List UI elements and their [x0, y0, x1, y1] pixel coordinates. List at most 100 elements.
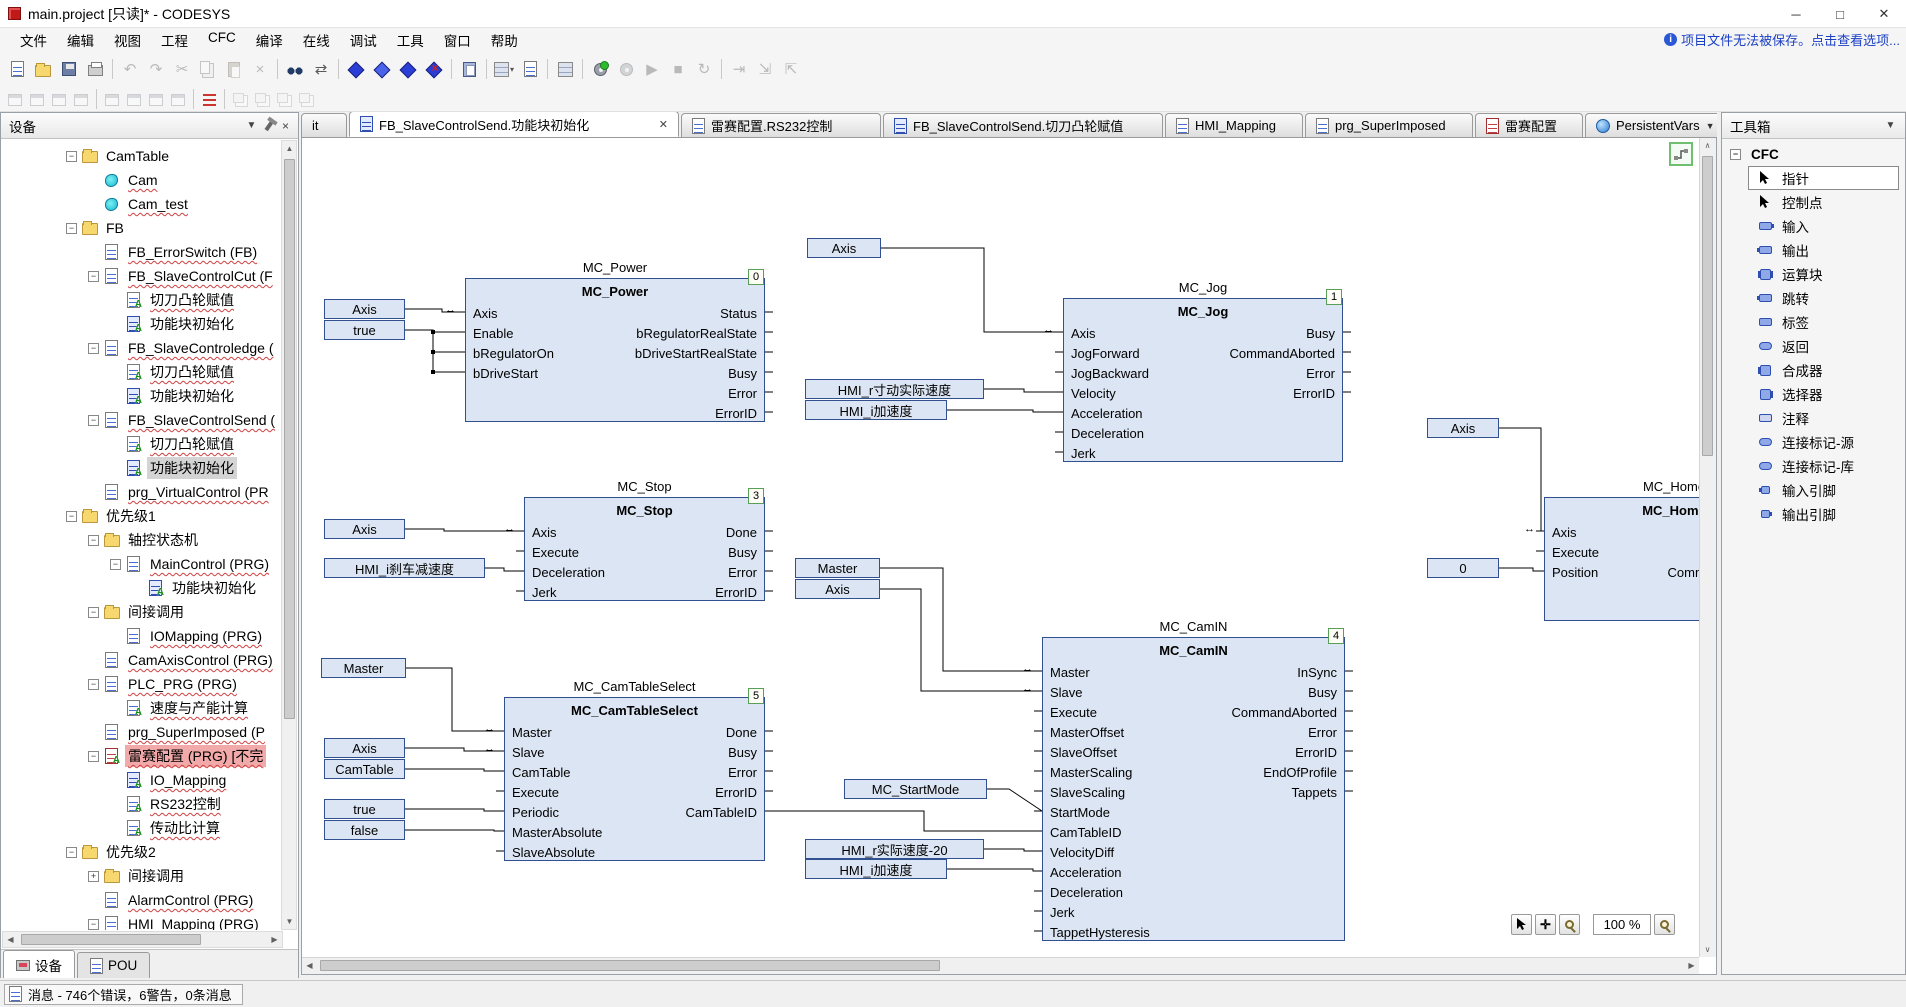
cfc-block-mc_power[interactable]: MC_PowerAxisStatusEnablebRegulatorRealSt…	[465, 278, 765, 422]
canvas-vertical-scrollbar[interactable]: ∧ ∨	[1699, 138, 1716, 957]
tree-horizontal-scrollbar[interactable]: ◀ ▶	[2, 931, 283, 948]
document-tab[interactable]: 雷赛配置.RS232控制	[681, 113, 881, 137]
menu-item[interactable]: 工程	[151, 27, 198, 53]
collapse-icon[interactable]: −	[88, 271, 99, 282]
tree-item[interactable]: −MainControl (PRG)	[2, 552, 283, 576]
cfc-input-box[interactable]: Master	[795, 558, 880, 578]
expand-icon[interactable]: +	[88, 871, 99, 882]
tree-item[interactable]: IO_Mapping	[2, 768, 283, 792]
cfc-block-mc_home[interactable]: MC_HomeAxisDoneExecuteBusyPositionComman…	[1544, 497, 1699, 621]
copy-button[interactable]	[195, 56, 221, 82]
toolbox-item[interactable]: 输入	[1722, 214, 1905, 238]
menu-item[interactable]: CFC	[198, 27, 246, 53]
toolbox-menu-icon[interactable]: ▼	[1882, 117, 1899, 134]
cfc-input-box[interactable]: true	[324, 799, 405, 819]
tree-item[interactable]: −FB_SlaveControledge (	[2, 336, 283, 360]
watch-button[interactable]	[145, 88, 167, 110]
document-tab[interactable]: HMI_Mapping	[1165, 113, 1303, 137]
toolbox-item[interactable]: 选择器	[1722, 382, 1905, 406]
clean-button[interactable]	[421, 56, 447, 82]
tree-item[interactable]: 切刀凸轮赋值	[2, 432, 283, 456]
paste-button[interactable]	[221, 56, 247, 82]
tree-item[interactable]: −轴控状态机	[2, 528, 283, 552]
magnifier-tool-button[interactable]	[1559, 914, 1580, 935]
open-project-button[interactable]	[30, 56, 56, 82]
toolbox-group[interactable]: − CFC	[1722, 139, 1905, 166]
cfc-input-box[interactable]: Axis	[807, 238, 881, 258]
toolbox-item[interactable]: 标签	[1722, 310, 1905, 334]
print-button[interactable]	[82, 56, 108, 82]
tree-item[interactable]: −优先级1	[2, 504, 283, 528]
collapse-icon[interactable]: −	[66, 847, 77, 858]
pan-tool-button[interactable]: ✛	[1535, 914, 1556, 935]
scroll-right-icon[interactable]: ▶	[1684, 958, 1699, 973]
tree-item[interactable]: 速度与产能计算	[2, 696, 283, 720]
cfc-input-box[interactable]: HMI_r寸动实际速度	[805, 379, 984, 399]
tree-item[interactable]: prg_SuperImposed (P	[2, 720, 283, 744]
cfc-input-box[interactable]: MC_StartMode	[844, 779, 987, 799]
select-tool-button[interactable]	[1511, 914, 1532, 935]
cfc-input-box[interactable]: true	[324, 320, 405, 340]
tree-vertical-scrollbar[interactable]: ▲ ▼	[281, 140, 297, 930]
tree-item[interactable]: 切刀凸轮赋值	[2, 288, 283, 312]
force-values-button[interactable]	[198, 88, 220, 110]
collapse-icon[interactable]: −	[88, 535, 99, 546]
tree-item[interactable]: −优先级2	[2, 840, 283, 864]
delete-button[interactable]: ×	[247, 56, 273, 82]
cfc-input-box[interactable]: Axis	[1427, 418, 1499, 438]
document-tab[interactable]: FB_SlaveControlSend.切刀凸轮赋值	[883, 113, 1163, 137]
tree-item[interactable]: 功能块初始化	[2, 384, 283, 408]
library-manager-button[interactable]	[456, 56, 482, 82]
menu-item[interactable]: 在线	[293, 27, 340, 53]
canvas-horizontal-scrollbar[interactable]: ◀ ▶	[302, 957, 1699, 974]
collapse-icon[interactable]: −	[88, 607, 99, 618]
tab-overflow-icon[interactable]: ▼	[1706, 121, 1715, 131]
cfc-input-box[interactable]: HMI_r实际速度-20	[805, 839, 984, 859]
window-float-button[interactable]	[70, 88, 92, 110]
boot-application-button[interactable]	[517, 56, 543, 82]
tree-item[interactable]: −FB_SlaveControlSend (	[2, 408, 283, 432]
cfc-block-mc_camtableselect[interactable]: MC_CamTableSelectMasterDoneSlaveBusyCamT…	[504, 697, 765, 861]
start-button[interactable]: ▶	[639, 56, 665, 82]
connection-mark-button[interactable]	[1669, 142, 1693, 166]
tree-item[interactable]: +间接调用	[2, 864, 283, 888]
stop-button[interactable]: ■	[665, 56, 691, 82]
zoom-page-button[interactable]	[1654, 914, 1675, 935]
replace-button[interactable]: ⇄	[308, 56, 334, 82]
cfc-input-box[interactable]: HMI_i加速度	[805, 859, 947, 879]
menu-item[interactable]: 视图	[104, 27, 151, 53]
cfc-canvas[interactable]: ✛ 100 % MC_PowerMC_PowerAxisStatusEnable…	[302, 138, 1699, 957]
cross-ref-button[interactable]	[167, 88, 189, 110]
cfc-input-box[interactable]: Axis	[795, 579, 880, 599]
tree-item[interactable]: CamAxisControl (PRG)	[2, 648, 283, 672]
new-file-button[interactable]	[4, 56, 30, 82]
cfc-input-box[interactable]: HMI_i刹车减速度	[324, 558, 485, 578]
collapse-icon[interactable]: −	[88, 751, 99, 762]
tree-item[interactable]: Cam	[2, 168, 283, 192]
cfc-input-box[interactable]: Axis	[324, 519, 405, 539]
logout-button[interactable]	[613, 56, 639, 82]
cascade-2-button[interactable]	[251, 88, 273, 110]
tree-item[interactable]: −HMI_Mapping (PRG)	[2, 912, 283, 930]
cfc-input-box[interactable]: CamTable	[324, 759, 405, 779]
tree-item[interactable]: 功能块初始化	[2, 576, 283, 600]
tree-item[interactable]: −雷赛配置 (PRG) [不完	[2, 744, 283, 768]
callstack-button[interactable]	[123, 88, 145, 110]
cfc-input-box[interactable]: Axis	[324, 299, 405, 319]
menu-item[interactable]: 编译	[246, 27, 293, 53]
cfc-block-mc_stop[interactable]: MC_StopAxisDoneExecuteBusyDecelerationEr…	[524, 497, 765, 601]
step-into-button[interactable]: ⇲	[752, 56, 778, 82]
tree-item[interactable]: AlarmControl (PRG)	[2, 888, 283, 912]
collapse-icon[interactable]: −	[88, 343, 99, 354]
document-tab[interactable]: 雷赛配置	[1475, 113, 1583, 137]
recompile-button[interactable]	[369, 56, 395, 82]
collapse-icon[interactable]: −	[88, 415, 99, 426]
close-button[interactable]: ✕	[1862, 0, 1906, 28]
cascade-3-button[interactable]	[273, 88, 295, 110]
collapse-icon[interactable]: −	[66, 151, 77, 162]
message-box[interactable]: 消息 - 746个错误，6警告，0条消息	[4, 984, 243, 1005]
toolbox-item[interactable]: 连接标记-源	[1722, 430, 1905, 454]
tree-item[interactable]: −FB_SlaveControlCut (F	[2, 264, 283, 288]
menu-item[interactable]: 帮助	[481, 27, 528, 53]
cascade-1-button[interactable]	[229, 88, 251, 110]
